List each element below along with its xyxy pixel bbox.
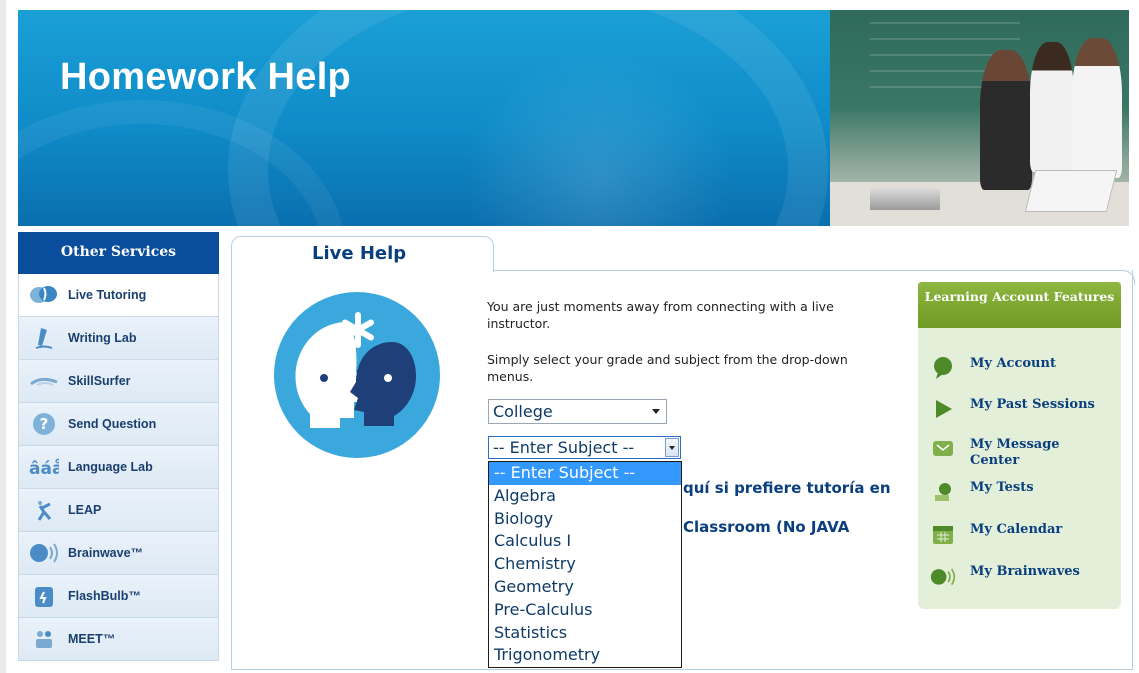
tab-label: Live Help [312, 243, 407, 264]
subject-option[interactable]: Pre-Calculus [489, 599, 681, 622]
play-icon [930, 397, 956, 421]
sidebar-item-label: Writing Lab [68, 331, 137, 345]
svg-text:âáå: âáå [29, 457, 59, 478]
leap-icon [29, 498, 59, 522]
sidebar-item-label: Send Question [68, 417, 157, 431]
chevron-down-icon [669, 446, 675, 450]
feature-my-calendar[interactable]: My Calendar [930, 522, 1100, 546]
svg-text:?: ? [40, 415, 49, 433]
subject-option[interactable]: -- Enter Subject -- [489, 462, 681, 485]
subject-option[interactable]: Geometry [489, 576, 681, 599]
banner-title: Homework Help [60, 56, 352, 98]
other-services-sidebar: Other Services Live Tutoring Writing Lab… [18, 232, 219, 661]
flashbulb-icon [29, 584, 59, 608]
envelope-icon [930, 437, 956, 461]
sidebar-item-brainwave[interactable]: Brainwave™ [18, 532, 219, 575]
panel-border [494, 270, 1124, 271]
intro-text: You are just moments away from connectin… [487, 299, 834, 331]
page-left-border [0, 0, 6, 673]
sidebar-item-live-tutoring[interactable]: Live Tutoring [18, 274, 219, 317]
feature-my-message-center[interactable]: My Message Center [930, 437, 1100, 469]
sidebar-item-leap[interactable]: LEAP [18, 489, 219, 532]
sidebar-item-label: SkillSurfer [68, 374, 131, 388]
sidebar-item-flashbulb[interactable]: FlashBulb™ [18, 575, 219, 618]
subject-option[interactable]: Algebra [489, 485, 681, 508]
feature-label: My Calendar [970, 522, 1063, 537]
sidebar-item-label: LEAP [68, 503, 102, 517]
feature-label: My Brainwaves [970, 564, 1080, 579]
feature-my-past-sessions[interactable]: My Past Sessions [930, 397, 1100, 421]
sidebar-item-meet[interactable]: MEET™ [18, 618, 219, 661]
chat-heads-icon [29, 283, 59, 307]
tutor-figure [980, 50, 1032, 190]
subject-option[interactable]: Statistics [489, 622, 681, 645]
sidebar-item-label: Brainwave™ [68, 546, 144, 560]
tutor-figure [1072, 38, 1122, 178]
sidebar-item-send-question[interactable]: ? Send Question [18, 403, 219, 446]
subject-select[interactable]: -- Enter Subject -- [488, 436, 681, 459]
feature-my-tests[interactable]: My Tests [930, 480, 1100, 504]
sidebar-item-label: Live Tutoring [68, 288, 147, 302]
calendar-icon [930, 522, 956, 546]
subject-select-value: -- Enter Subject -- [493, 438, 635, 457]
subject-option[interactable]: Trigonometry [489, 644, 681, 667]
tests-icon [930, 480, 956, 504]
feature-label: My Account [970, 356, 1056, 371]
header-banner: Homework Help [18, 10, 1129, 226]
feature-my-account[interactable]: My Account [930, 356, 1100, 380]
feature-label: My Tests [970, 480, 1034, 495]
feature-my-brainwaves[interactable]: My Brainwaves [930, 564, 1100, 588]
meet-icon [29, 627, 59, 651]
brainwave-icon [29, 541, 59, 565]
books [870, 188, 940, 210]
question-icon: ? [29, 412, 59, 436]
chevron-down-icon [652, 409, 660, 414]
sidebar-item-skillsurfer[interactable]: SkillSurfer [18, 360, 219, 403]
instructions-text: Simply select your grade and subject fro… [487, 352, 848, 384]
feature-label: My Past Sessions [970, 397, 1095, 412]
subject-option[interactable]: Biology [489, 508, 681, 531]
account-icon [930, 356, 956, 380]
grade-select[interactable]: College [488, 399, 667, 424]
sidebar-item-language-lab[interactable]: âáå Language Lab [18, 446, 219, 489]
tutor-figure [1030, 42, 1074, 172]
accented-letters-icon: âáå [29, 455, 59, 479]
classroom-no-java-link[interactable]: Classroom (No JAVA [683, 518, 849, 536]
sidebar-item-label: MEET™ [68, 632, 116, 646]
sidebar-header: Other Services [18, 232, 219, 274]
live-help-logo-icon [272, 290, 442, 464]
subject-dropdown-list: -- Enter Subject -- Algebra Biology Calc… [488, 461, 682, 668]
surfer-icon [29, 369, 59, 393]
sidebar-item-label: FlashBulb™ [68, 589, 141, 603]
pen-icon [29, 326, 59, 350]
feature-label: My Message Center [970, 437, 1060, 468]
banner-photo-tutors [830, 10, 1129, 226]
sidebar-item-label: Language Lab [68, 460, 153, 474]
brainwave-icon [930, 564, 956, 588]
tab-live-help[interactable]: Live Help [231, 236, 494, 272]
subject-option[interactable]: Calculus I [489, 530, 681, 553]
subject-option[interactable]: Chemistry [489, 553, 681, 576]
features-header: Learning Account Features [918, 282, 1121, 328]
sidebar-item-writing-lab[interactable]: Writing Lab [18, 317, 219, 360]
spanish-tutoring-link[interactable]: quí si prefiere tutoría en [683, 479, 891, 497]
learning-account-features-panel: Learning Account Features My Account My … [918, 282, 1121, 609]
laptop [1024, 170, 1118, 212]
grade-select-value: College [493, 402, 553, 421]
dropdown-button[interactable] [665, 438, 679, 457]
